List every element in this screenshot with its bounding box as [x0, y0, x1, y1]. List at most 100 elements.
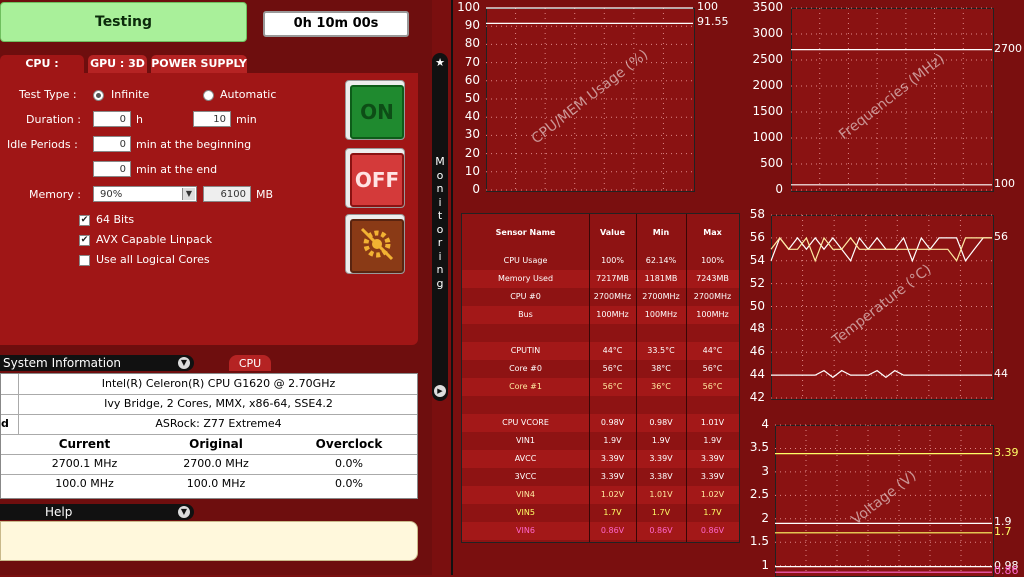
sensor-max: 0.86V — [700, 526, 725, 535]
sensor-value: 1.02V — [600, 490, 625, 499]
y-tick-label: 40 — [464, 109, 480, 124]
sensor-min: 1.7V — [651, 508, 671, 517]
table-row: 2700.1 MHz 2700.0 MHz 0.0% — [1, 454, 417, 475]
table-row: Intel(R) Celeron(R) CPU G1620 @ 2.70GHz — [1, 374, 417, 395]
avx-checkbox[interactable]: ✔ — [79, 235, 90, 246]
duration-minutes-input[interactable]: 10 — [193, 111, 231, 127]
sensor-value: 0.98V — [600, 418, 625, 427]
y-tick-label: 30 — [464, 127, 480, 142]
mb-unit-label: MB — [256, 188, 274, 201]
settings-button[interactable] — [345, 214, 405, 274]
header-value: Value — [599, 228, 625, 237]
avx-label: AVX Capable Linpack — [96, 233, 213, 246]
tab-power-supply[interactable]: POWER SUPPLY — [151, 55, 247, 73]
star-icon[interactable]: ★ — [434, 57, 446, 69]
minutes-unit-label: min — [236, 113, 257, 126]
sensor-name: CPU VCORE — [502, 418, 549, 427]
y-tick-label: 20 — [464, 145, 480, 160]
monitoring-letter: g — [436, 276, 444, 290]
y-tick-label: 54 — [749, 252, 765, 267]
sensor-min: 1.01V — [649, 490, 673, 499]
logical-cores-label: Use all Logical Cores — [96, 253, 210, 266]
chevron-down-icon[interactable]: ▼ — [182, 188, 195, 200]
table-row: d ASRock: Z77 Extreme4 — [1, 414, 417, 435]
col-original: Original — [189, 437, 243, 451]
infinite-radio[interactable] — [93, 90, 104, 101]
y-tick-label: 500 — [760, 156, 783, 170]
y-tick-label: 90 — [464, 18, 480, 33]
idle-end-label: min at the end — [136, 163, 218, 176]
sensor-value: 3.39V — [600, 454, 625, 463]
tab-cpu-linpack[interactable]: CPU : LINPACK — [0, 55, 84, 88]
header-min: Min — [652, 228, 670, 237]
sensor-row: CPUTIN 44°C 33.5°C 44°C — [462, 342, 739, 360]
sensor-min: 0.98V — [649, 418, 673, 427]
sensor-min: 0.86V — [649, 526, 673, 535]
sensor-name: Bus — [518, 310, 533, 319]
sensor-name: AVCC — [514, 454, 537, 463]
memory-select[interactable]: 90% ▼ — [93, 186, 197, 202]
overclock-value: 0.0% — [335, 457, 363, 470]
idle-end-input[interactable]: 0 — [93, 161, 131, 177]
monitoring-letter: i — [438, 249, 442, 263]
sensor-name: VIN6 — [516, 526, 535, 535]
y-tick-label: 48 — [749, 321, 765, 336]
sensor-min: 62.14% — [645, 256, 677, 265]
y-tick-label: 42 — [749, 390, 765, 404]
col-current: Current — [58, 437, 111, 451]
sensor-value: 44°C — [602, 346, 623, 355]
sensor-header-row: Sensor Name Value Min Max — [462, 214, 739, 253]
sensor-min: 100MHz — [644, 310, 678, 319]
series-end-label: 1.7 — [994, 524, 1012, 538]
monitoring-letter: i — [438, 195, 442, 209]
memory-mb-input[interactable]: 6100 — [203, 186, 251, 202]
tab-gpu-3d[interactable]: GPU : 3D — [88, 55, 147, 73]
y-tick-label: 52 — [749, 275, 765, 290]
64bits-checkbox[interactable]: ✔ — [79, 215, 90, 226]
sensor-name: Core #0 — [509, 364, 542, 373]
sensor-max: 1.02V — [700, 490, 725, 499]
sensor-max: 100MHz — [696, 310, 729, 319]
series-end-label: 91.55 — [697, 15, 729, 29]
y-tick-label: 0 — [775, 182, 783, 196]
sensor-name: Memory Used — [497, 274, 554, 283]
tab-cpu-info[interactable]: CPU — [229, 355, 271, 371]
table-row: 100.0 MHz 100.0 MHz 0.0% — [1, 474, 417, 494]
chevron-down-icon[interactable]: ▼ — [178, 357, 190, 369]
monitoring-letter: M — [435, 155, 445, 168]
64bits-label: 64 Bits — [96, 213, 135, 226]
sensor-row: 3VCC 3.39V 3.38V 3.39V — [462, 468, 739, 486]
sensor-value: 56°C — [602, 382, 623, 391]
sensor-row: Core #0 56°C 38°C 56°C — [462, 360, 739, 378]
sysinfo-header[interactable]: System Information ▼ — [0, 355, 194, 371]
help-header[interactable]: Help ▼ — [0, 504, 194, 520]
off-button[interactable]: OFF — [345, 148, 405, 208]
sysinfo-table: Intel(R) Celeron(R) CPU G1620 @ 2.70GHz … — [0, 373, 418, 499]
sensor-name: CPU #0 — [510, 292, 541, 301]
monitoring-letter: n — [436, 263, 444, 276]
y-tick-label: 60 — [464, 72, 480, 87]
sensor-min: 1.9V — [651, 436, 671, 445]
y-tick-label: 58 — [749, 207, 765, 221]
monitoring-letter: r — [437, 236, 443, 249]
sensor-min: 2700MHz — [642, 292, 680, 301]
timer-display: 0h 10m 00s — [263, 11, 409, 37]
idle-begin-input[interactable]: 0 — [93, 136, 131, 152]
header-sensor-name: Sensor Name — [495, 228, 556, 237]
sensor-row: CPU Usage 100% 62.14% 100% — [462, 252, 739, 270]
y-tick-label: 0 — [472, 182, 480, 196]
sensor-row: VIN1 1.9V 1.9V 1.9V — [462, 432, 739, 450]
current-value: 2700.1 MHz — [51, 457, 118, 470]
expand-arrow-icon[interactable]: ▶ — [434, 385, 446, 397]
sensor-value: 0.86V — [600, 526, 625, 535]
automatic-radio[interactable] — [203, 90, 214, 101]
logical-cores-checkbox[interactable] — [79, 255, 90, 266]
y-tick-label: 1.5 — [749, 534, 769, 549]
on-button[interactable]: ON — [345, 80, 405, 140]
duration-hours-input[interactable]: 0 — [93, 111, 131, 127]
cpu-name: Intel(R) Celeron(R) CPU G1620 @ 2.70GHz — [18, 374, 418, 394]
sensor-name: VIN4 — [516, 490, 535, 499]
y-tick-label: 3500 — [752, 0, 783, 14]
chevron-down-icon[interactable]: ▼ — [178, 506, 190, 518]
y-tick-label: 50 — [749, 298, 765, 313]
